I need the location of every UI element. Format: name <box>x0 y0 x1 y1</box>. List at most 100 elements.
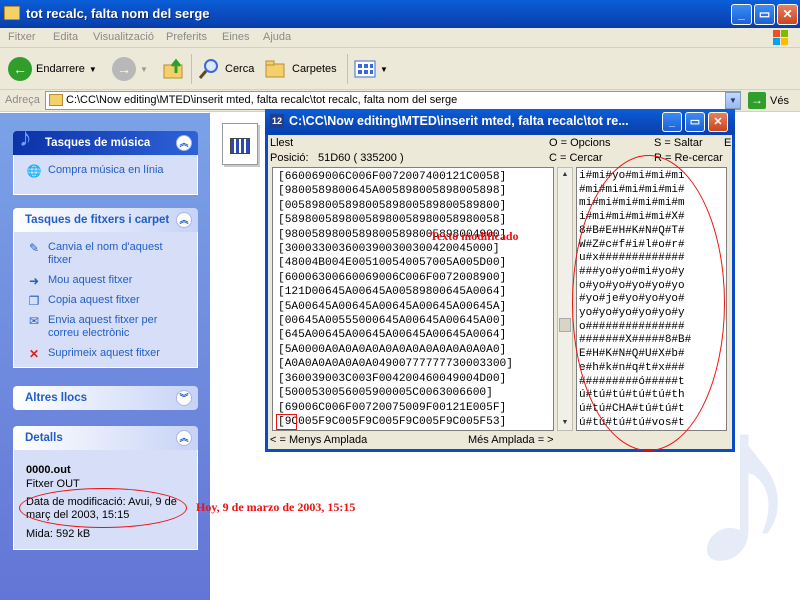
folders-button[interactable]: Carpetes <box>264 56 337 82</box>
other-places-header[interactable]: Altres llocs ︾ <box>13 386 198 410</box>
buy-music-online-link[interactable]: 🌐 Compra música en línia <box>26 164 189 178</box>
file-tasks-body: ✎ Canvia el nom d'aquest fitxer ➜ Mou aq… <box>13 232 198 368</box>
address-input[interactable]: C:\CC\Now editing\MTED\inserit mted, fal… <box>45 91 741 110</box>
vertical-scrollbar[interactable]: ▲ ▼ <box>557 167 573 431</box>
cursor-highlight-box <box>276 414 297 430</box>
rename-icon: ✎ <box>28 241 40 255</box>
hex-line: [3000330036003900300300420045000] <box>278 243 500 256</box>
move-file-link[interactable]: ➜ Mou aquest fitxer <box>26 274 189 288</box>
menu-preferits[interactable]: Preferits <box>166 31 207 43</box>
modified-text-annotation: Texto modificado <box>430 229 519 243</box>
hex-minimize-button[interactable]: _ <box>662 112 682 132</box>
date-highlight-ellipse <box>19 488 187 528</box>
music-tasks-title: Tasques de música <box>45 137 151 149</box>
hex-close-button[interactable]: ✕ <box>708 112 728 132</box>
windows-logo-icon <box>773 30 788 45</box>
menu-edita[interactable]: Edita <box>53 31 78 43</box>
scroll-thumb[interactable] <box>559 318 571 332</box>
address-dropdown-button[interactable]: ▼ <box>725 92 741 109</box>
go-button[interactable]: → Vés <box>748 92 789 109</box>
hex-line: [58980058980058980058980058980058] <box>278 214 507 227</box>
toolbar: ← Endarrere ▼ → ▼ Cerca Carpetes ▼ <box>0 48 800 90</box>
hex-line: [5000530056005900005C0063006600] <box>278 387 493 400</box>
go-label: Vés <box>770 94 789 107</box>
less-width-button[interactable]: < = Menys Amplada <box>270 434 367 446</box>
position-value: 51D60 ( 335200 ) <box>318 152 404 164</box>
menu-eines[interactable]: Eines <box>222 31 250 43</box>
folder-icon <box>49 94 63 106</box>
search-label: Cerca <box>225 63 255 75</box>
search-hint: C = Cercar <box>549 152 603 164</box>
music-tasks-header[interactable]: ♪ Tasques de música ︽ <box>13 124 198 155</box>
rename-file-link[interactable]: ✎ Canvia el nom d'aquest fitxer <box>26 241 189 267</box>
move-icon: ➜ <box>28 274 40 288</box>
hex-line: [A0A0A0A0A0A0A04900777777730003300] <box>278 358 513 371</box>
close-button[interactable]: ✕ <box>777 4 798 25</box>
up-folder-icon <box>163 58 183 79</box>
scroll-down-icon[interactable]: ▼ <box>558 416 572 430</box>
music-note-icon: ♪ <box>19 122 32 152</box>
options-hint: O = Opcions <box>549 137 611 149</box>
more-width-button[interactable]: Més Amplada = > <box>468 434 554 446</box>
maximize-button[interactable]: ▭ <box>754 4 775 25</box>
delete-icon: ✕ <box>28 347 40 361</box>
delete-file-link[interactable]: ✕ Suprimeix aquest fitxer <box>26 347 189 361</box>
text-highlight-ellipse <box>572 155 725 451</box>
folders-icon <box>265 60 285 78</box>
menu-visualitzacio[interactable]: Visualització <box>93 31 154 43</box>
hex-line: [48004B004E005100540057005A005D00] <box>278 257 507 270</box>
folders-label: Carpetes <box>292 63 337 75</box>
views-icon <box>354 60 376 78</box>
forward-button[interactable]: → ▼ <box>112 56 148 82</box>
search-button[interactable]: Cerca <box>197 56 254 82</box>
music-tasks-body: 🌐 Compra música en línia <box>13 155 198 195</box>
other-places-title: Altres llocs <box>25 392 87 404</box>
scroll-up-icon[interactable]: ▲ <box>558 168 572 182</box>
back-button[interactable]: ← Endarrere ▼ <box>8 56 97 82</box>
menu-ajuda[interactable]: Ajuda <box>263 31 291 43</box>
music-tasks-panel: ♪ Tasques de música ︽ 🌐 Compra música en… <box>13 124 198 195</box>
hex-data-pane[interactable]: [660069006C006F0072007400121C0058] [98005… <box>272 167 554 431</box>
task-label: Envia aquest fitxer per correu electròni… <box>48 314 158 339</box>
hex-line: [5A00645A00645A00645A00645A00645A] <box>278 300 507 313</box>
out-file-icon[interactable] <box>222 123 258 165</box>
copy-icon: ❐ <box>28 294 40 308</box>
menu-fitxer[interactable]: Fitxer <box>8 31 36 43</box>
file-tasks-header[interactable]: Tasques de fitxers i carpet ︽ <box>13 208 198 232</box>
task-label: Compra música en línia <box>48 164 164 176</box>
address-label: Adreça <box>5 94 40 106</box>
hex-line: [5A0000A0A0A0A0A0A0A0A0A0A0A0A0A0] <box>278 343 507 356</box>
collapse-icon[interactable]: ︽ <box>176 212 192 228</box>
file-tasks-panel: Tasques de fitxers i carpet ︽ ✎ Canvia e… <box>13 208 198 368</box>
go-arrow-icon: → <box>748 92 766 109</box>
collapse-icon[interactable]: ︽ <box>176 430 192 446</box>
hex-editor-title-bar: 12 C:\CC\Now editing\MTED\inserit mted, … <box>265 109 735 135</box>
details-header[interactable]: Detalls ︽ <box>13 426 198 450</box>
views-button[interactable]: ▼ <box>354 56 388 82</box>
email-icon: ✉ <box>28 314 40 328</box>
menu-bar: Fitxer Edita Visualització Preferits Ein… <box>0 28 800 48</box>
hex-line: [00645A00555000645A00645A00645A00] <box>278 315 507 328</box>
search-icon <box>198 59 218 79</box>
copy-file-link[interactable]: ❐ Copia aquest fitxer <box>26 294 189 308</box>
folder-icon <box>4 6 20 20</box>
app-icon: 12 <box>270 114 284 128</box>
other-places-panel: Altres llocs ︾ <box>13 386 198 410</box>
task-label: Suprimeix aquest fitxer <box>48 347 160 359</box>
expand-icon[interactable]: ︾ <box>176 390 192 406</box>
chevron-down-icon: ▼ <box>140 64 148 74</box>
hex-line: [9C005F9C00343932005F9C005F9C005F] <box>278 429 553 430</box>
hex-line: [00589800589800589800589800589800] <box>278 199 507 212</box>
position-label: Posició: <box>270 152 309 164</box>
up-folder-button[interactable] <box>162 56 186 82</box>
collapse-icon[interactable]: ︽ <box>176 135 192 151</box>
hex-line: [60006300660069006C006F0072008900] <box>278 271 507 284</box>
date-annotation: Hoy, 9 de marzo de 2003, 15:15 <box>196 500 356 514</box>
hex-line: [69006C006F00720075009F00121E005F] <box>278 401 507 414</box>
hex-maximize-button[interactable]: ▭ <box>685 112 705 132</box>
address-value: C:\CC\Now editing\MTED\inserit mted, fal… <box>66 94 458 106</box>
hex-line: [9800589800645A005898005898005898] <box>278 185 507 198</box>
email-file-link[interactable]: ✉ Envia aquest fitxer per correu electrò… <box>26 314 189 340</box>
minimize-button[interactable]: _ <box>731 4 752 25</box>
title-bar: tot recalc, falta nom del serge _ ▭ ✕ <box>0 0 800 28</box>
